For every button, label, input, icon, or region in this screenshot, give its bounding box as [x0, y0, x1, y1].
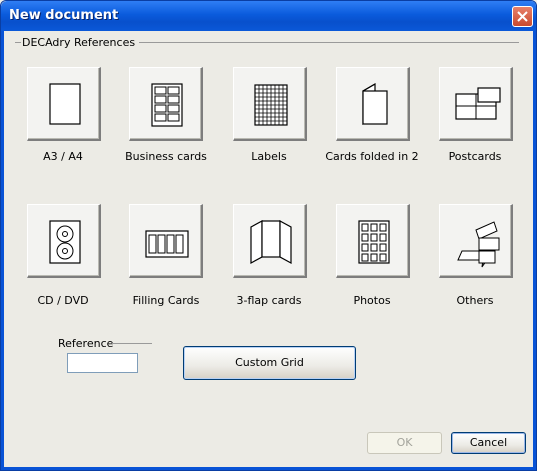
tile-label-a3-a4: A3 / A4 — [43, 150, 83, 163]
tile-label-business-cards: Business cards — [125, 150, 207, 163]
window-frame-left — [1, 31, 4, 470]
window-frame-right — [533, 31, 536, 470]
new-document-dialog: New document DECAdry References A3 / A4 … — [0, 0, 537, 471]
labels-grid-icon — [254, 84, 288, 126]
title-bar[interactable]: New document — [1, 1, 536, 31]
tile-label-filling-cards: Filling Cards — [132, 294, 200, 307]
postcards-icon — [455, 87, 501, 120]
photos-icon — [358, 220, 390, 264]
business-cards-icon — [151, 83, 183, 127]
close-icon — [517, 11, 528, 22]
tile-label-3-flap-cards: 3-flap cards — [236, 294, 302, 307]
page-icon — [49, 83, 81, 125]
window-title: New document — [9, 8, 119, 23]
tile-3-flap-cards[interactable] — [233, 204, 307, 278]
reference-divider — [112, 343, 152, 344]
folded-card-icon — [362, 82, 388, 126]
cd-dvd-icon — [49, 220, 81, 264]
reference-label: Reference — [58, 337, 114, 350]
group-label: DECAdry References — [22, 36, 140, 49]
tile-label-cards-folded: Cards folded in 2 — [325, 150, 419, 163]
tile-label-cd-dvd: CD / DVD — [37, 294, 89, 307]
tile-photos[interactable] — [336, 204, 410, 278]
reference-input[interactable] — [67, 353, 138, 373]
window-frame-bottom — [1, 467, 536, 470]
group-divider-left — [15, 42, 21, 43]
others-icon — [457, 221, 500, 268]
tile-label-others: Others — [456, 294, 494, 307]
filling-cards-icon — [145, 230, 189, 258]
ok-button[interactable]: OK — [367, 432, 442, 454]
tile-filling-cards[interactable] — [129, 204, 203, 278]
tile-a3-a4[interactable] — [27, 67, 101, 141]
three-flap-card-icon — [250, 219, 292, 265]
tile-postcards[interactable] — [439, 67, 513, 141]
tile-business-cards[interactable] — [129, 67, 203, 141]
tile-cd-dvd[interactable] — [27, 204, 101, 278]
cancel-button[interactable]: Cancel — [451, 432, 526, 454]
tile-label-labels: Labels — [251, 150, 287, 163]
tile-labels[interactable] — [233, 67, 307, 141]
close-button[interactable] — [512, 6, 533, 27]
tile-label-photos: Photos — [353, 294, 391, 307]
tile-cards-folded[interactable] — [336, 67, 410, 141]
tile-label-postcards: Postcards — [448, 150, 502, 163]
custom-grid-button[interactable]: Custom Grid — [183, 346, 356, 380]
tile-others[interactable] — [439, 204, 513, 278]
